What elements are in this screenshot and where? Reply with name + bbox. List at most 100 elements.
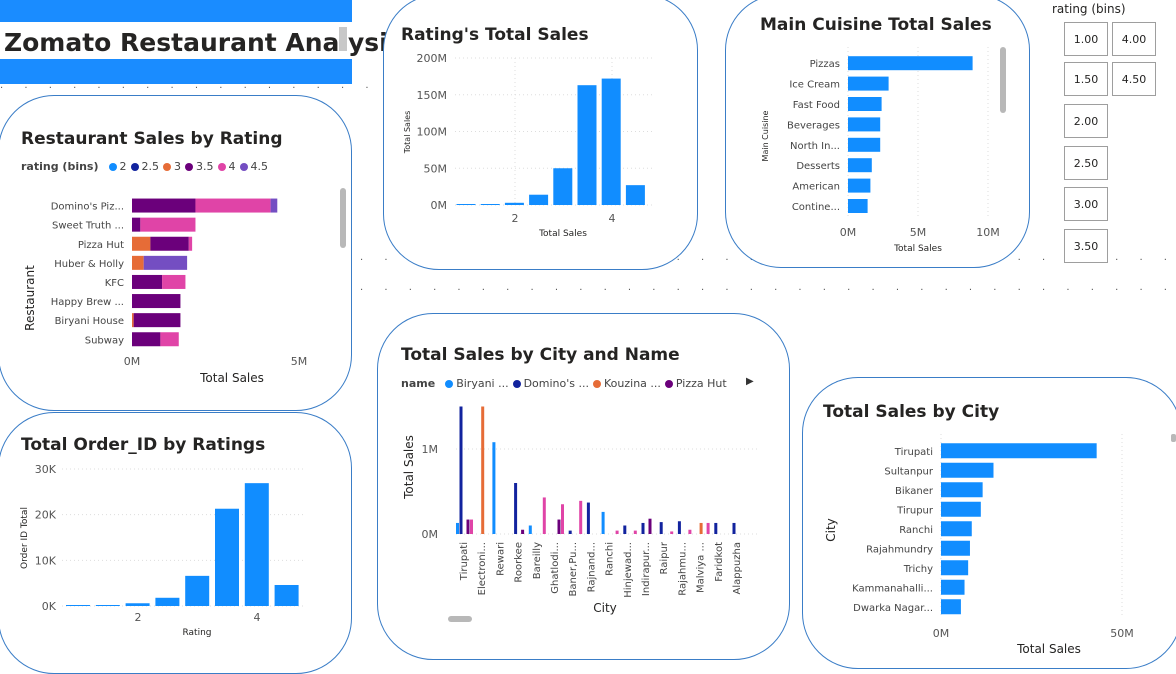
y-tick-label: Rajahmundry bbox=[866, 544, 933, 555]
bar bbox=[848, 199, 868, 213]
bar bbox=[732, 522, 736, 534]
y-axis-title: Main Cuisine bbox=[761, 110, 770, 161]
bar bbox=[553, 168, 573, 205]
vertical-scrollbar[interactable] bbox=[1000, 47, 1006, 113]
x-tick: 50M bbox=[1110, 627, 1134, 640]
bar bbox=[274, 584, 299, 606]
x-axis-title: Total Sales bbox=[893, 244, 942, 254]
bar bbox=[66, 605, 90, 606]
x-tick: 4 bbox=[609, 212, 616, 225]
slicer-option-3.50[interactable]: 3.50 bbox=[1064, 229, 1108, 263]
bar bbox=[848, 158, 872, 173]
city-name-sales-card[interactable]: Total Sales by City and Name name Biryani… bbox=[377, 313, 790, 660]
bar bbox=[568, 530, 572, 534]
bar bbox=[848, 97, 882, 111]
bar-segment bbox=[132, 217, 141, 232]
slicer-option-4.50[interactable]: 4.50 bbox=[1112, 62, 1156, 96]
bar-segment bbox=[132, 198, 196, 213]
x-tick: 5M bbox=[291, 355, 308, 368]
y-tick-label: Sweet Truth ... bbox=[52, 221, 124, 232]
x-tick: 10M bbox=[976, 226, 1000, 239]
bar bbox=[185, 575, 210, 606]
x-tick-label: Rajahmu... bbox=[677, 542, 688, 596]
y-axis-title: Order ID Total bbox=[20, 507, 30, 569]
y-tick-label: Biryani House bbox=[55, 316, 124, 327]
y-tick: 200M bbox=[417, 52, 448, 65]
slicer-option-1.50[interactable]: 1.50 bbox=[1064, 62, 1108, 96]
y-tick-label: Happy Brew ... bbox=[51, 297, 124, 308]
bar bbox=[659, 522, 663, 534]
restaurant-sales-card[interactable]: Restaurant Sales by Rating rating (bins)… bbox=[0, 95, 352, 411]
x-tick: 0M bbox=[933, 627, 950, 640]
bar bbox=[633, 530, 637, 534]
x-tick-label: Faridkot bbox=[714, 542, 725, 582]
slicer-option-1.00[interactable]: 1.00 bbox=[1064, 22, 1108, 56]
bar bbox=[688, 529, 692, 534]
bar bbox=[699, 522, 703, 534]
bar bbox=[470, 519, 473, 534]
cuisine-sales-chart: Pizzas Ice Cream Fast Food Beverages North I… bbox=[761, 47, 1006, 254]
x-axis-title: Total Sales bbox=[538, 229, 587, 239]
slicer-title: rating (bins) bbox=[1052, 2, 1126, 16]
bar bbox=[459, 406, 463, 534]
x-tick-label: Indirapur... bbox=[641, 542, 652, 596]
slicer-option-3.00[interactable]: 3.00 bbox=[1064, 187, 1108, 221]
bar bbox=[155, 597, 180, 606]
bar bbox=[601, 511, 605, 534]
x-axis-title: Total Sales bbox=[199, 371, 264, 385]
y-tick-label: Pizzas bbox=[810, 59, 840, 70]
x-tick-label: Raipur bbox=[659, 541, 670, 574]
bar bbox=[456, 522, 459, 534]
y-tick-label: Fast Food bbox=[793, 100, 840, 111]
vertical-scrollbar[interactable] bbox=[340, 188, 346, 248]
bar bbox=[941, 540, 970, 556]
bar-segment bbox=[140, 217, 196, 232]
horizontal-scrollbar[interactable] bbox=[448, 616, 472, 622]
x-tick: 2 bbox=[512, 212, 519, 225]
y-tick-label: Tirupati bbox=[894, 447, 933, 458]
y-axis-title: Total Sales bbox=[402, 435, 416, 500]
y-tick: 0K bbox=[42, 600, 57, 613]
bar-segment bbox=[270, 198, 278, 213]
vertical-scrollbar[interactable] bbox=[1171, 434, 1176, 442]
slicer-option-2.00[interactable]: 2.00 bbox=[1064, 104, 1108, 138]
x-tick-label: Hinjewad... bbox=[623, 542, 634, 598]
city-name-sales-chart: 0M 1M Tirupati Electroni... Rewari Roorkee Ba… bbox=[402, 406, 758, 622]
title-scrollbar[interactable] bbox=[339, 27, 347, 51]
bar-segment bbox=[132, 332, 161, 347]
city-sales-card[interactable]: Total Sales by City Tirupati Sultanpur Bik… bbox=[802, 377, 1176, 669]
y-tick-label: Trichy bbox=[903, 564, 933, 575]
bar bbox=[641, 522, 645, 534]
x-tick: 0M bbox=[840, 226, 857, 239]
ratings-sales-card[interactable]: Rating's Total Sales 0M 50M 100M 150M 200M T… bbox=[383, 0, 698, 270]
bar bbox=[941, 482, 983, 498]
y-tick-label: Sultanpur bbox=[884, 466, 934, 477]
restaurant-sales-chart: Restaurant Domino's Piz... Sweet Truth ..… bbox=[23, 188, 346, 385]
bar-segment bbox=[143, 255, 188, 270]
bar bbox=[557, 519, 561, 534]
y-tick-label: American bbox=[792, 182, 840, 193]
bar bbox=[941, 579, 965, 595]
y-tick-label: Contine... bbox=[792, 202, 840, 213]
bar bbox=[670, 531, 674, 534]
bar bbox=[648, 518, 652, 534]
x-tick-label: Rewari bbox=[495, 542, 506, 576]
bar bbox=[521, 529, 525, 534]
bar-segment bbox=[150, 236, 189, 251]
bar bbox=[625, 185, 645, 205]
bar bbox=[492, 442, 496, 534]
bar bbox=[706, 522, 710, 534]
y-tick-label: Bikaner bbox=[895, 486, 934, 497]
y-tick-label: North In... bbox=[790, 141, 840, 152]
bar bbox=[941, 599, 961, 615]
cuisine-sales-card[interactable]: Main Cuisine Total Sales Pizzas Ice Cream… bbox=[725, 0, 1030, 268]
bar-segment bbox=[188, 236, 193, 251]
y-tick: 1M bbox=[422, 443, 439, 456]
y-tick: 50M bbox=[424, 162, 448, 175]
slicer-option-4.00[interactable]: 4.00 bbox=[1112, 22, 1156, 56]
orders-by-rating-card[interactable]: Total Order_ID by Ratings 0K 10K 20K 30K Or… bbox=[0, 412, 352, 674]
bar bbox=[623, 525, 627, 534]
bar bbox=[95, 605, 120, 606]
slicer-option-2.50[interactable]: 2.50 bbox=[1064, 146, 1108, 180]
x-tick: 4 bbox=[254, 611, 261, 624]
